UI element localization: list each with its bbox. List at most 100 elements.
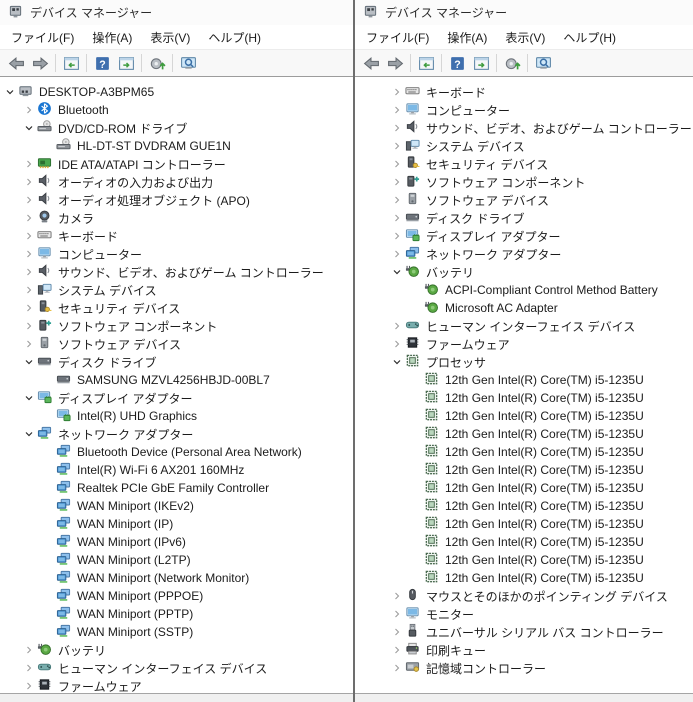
tree-item[interactable]: 12th Gen Intel(R) Core(TM) i5-1235U (355, 551, 693, 569)
tree-item-label[interactable]: Bluetooth (55, 102, 112, 118)
tree-item-label[interactable]: ソフトウェア コンポーネント (55, 317, 220, 336)
expander-collapsed[interactable] (389, 624, 405, 640)
tree-item-label[interactable]: 12th Gen Intel(R) Core(TM) i5-1235U (442, 390, 647, 406)
tree-item[interactable]: 12th Gen Intel(R) Core(TM) i5-1235U (355, 479, 693, 497)
tree-item-label[interactable]: システム デバイス (423, 137, 528, 156)
tree-item[interactable]: DVD/CD-ROM ドライブ (0, 119, 353, 137)
forward-arrow-button[interactable] (383, 52, 407, 74)
tree-item[interactable]: Bluetooth (0, 101, 353, 119)
tree-item[interactable]: DESKTOP-A3BPM65 (0, 83, 353, 101)
tree-item-label[interactable]: カメラ (55, 209, 97, 228)
tree-item-label[interactable]: 12th Gen Intel(R) Core(TM) i5-1235U (442, 408, 647, 424)
tree-item[interactable]: セキュリティ デバイス (355, 155, 693, 173)
menu-item-1[interactable]: 操作(A) (83, 25, 141, 50)
show-console-tree-button[interactable] (414, 52, 438, 74)
tree-item-label[interactable]: WAN Miniport (PPPOE) (74, 588, 206, 604)
tree-item[interactable]: ネットワーク アダプター (355, 245, 693, 263)
tree-item-label[interactable]: コンピューター (423, 101, 513, 120)
tree-item[interactable]: 12th Gen Intel(R) Core(TM) i5-1235U (355, 425, 693, 443)
tree-item-label[interactable]: ディスク ドライブ (423, 209, 528, 228)
expander-collapsed[interactable] (389, 174, 405, 190)
back-arrow-button[interactable] (4, 52, 28, 74)
tree-item[interactable]: 12th Gen Intel(R) Core(TM) i5-1235U (355, 371, 693, 389)
tree-item[interactable]: オーディオの入力および出力 (0, 173, 353, 191)
tree-item[interactable]: 記憶域コントローラー (355, 659, 693, 677)
tree-item[interactable]: 12th Gen Intel(R) Core(TM) i5-1235U (355, 497, 693, 515)
tree-item-label[interactable]: ユニバーサル シリアル バス コントローラー (423, 623, 667, 642)
tree-item-label[interactable]: サウンド、ビデオ、およびゲーム コントローラー (55, 263, 327, 282)
tree-item[interactable]: バッテリ (355, 263, 693, 281)
tree-item-label[interactable]: オーディオの入力および出力 (55, 173, 216, 192)
expander-collapsed[interactable] (21, 678, 37, 693)
menu-item-0[interactable]: ファイル(F) (2, 25, 83, 50)
tree-item[interactable]: 12th Gen Intel(R) Core(TM) i5-1235U (355, 389, 693, 407)
tree-item[interactable]: SAMSUNG MZVL4256HBJD-00BL7 (0, 371, 353, 389)
tree-item[interactable]: ソフトウェア コンポーネント (355, 173, 693, 191)
tree-item-label[interactable]: バッテリ (423, 263, 477, 282)
expander-collapsed[interactable] (389, 660, 405, 676)
tree-item[interactable]: ユニバーサル シリアル バス コントローラー (355, 623, 693, 641)
tree-item-label[interactable]: キーボード (423, 83, 489, 102)
tree-item-label[interactable]: HL-DT-ST DVDRAM GUE1N (74, 138, 234, 154)
tree-item-label[interactable]: 12th Gen Intel(R) Core(TM) i5-1235U (442, 498, 647, 514)
tree-item[interactable]: WAN Miniport (PPTP) (0, 605, 353, 623)
tree-item[interactable]: ヒューマン インターフェイス デバイス (355, 317, 693, 335)
tree-item-label[interactable]: ネットワーク アダプター (55, 425, 196, 444)
tree-item[interactable]: 12th Gen Intel(R) Core(TM) i5-1235U (355, 569, 693, 587)
tree-item[interactable]: ソフトウェア コンポーネント (0, 317, 353, 335)
tree-item-label[interactable]: ACPI-Compliant Control Method Battery (442, 282, 661, 298)
tree-item-label[interactable]: WAN Miniport (Network Monitor) (74, 570, 252, 586)
tree-item-label[interactable]: IDE ATA/ATAPI コントローラー (55, 155, 229, 174)
tree-item-label[interactable]: 12th Gen Intel(R) Core(TM) i5-1235U (442, 444, 647, 460)
tree-item[interactable]: ディスク ドライブ (355, 209, 693, 227)
tree-item-label[interactable]: DVD/CD-ROM ドライブ (55, 119, 190, 138)
tree-item-label[interactable]: コンピューター (55, 245, 145, 264)
tree-item[interactable]: WAN Miniport (L2TP) (0, 551, 353, 569)
tree-item-label[interactable]: オーディオ処理オブジェクト (APO) (55, 191, 253, 210)
expander-collapsed[interactable] (389, 102, 405, 118)
properties-button[interactable] (469, 52, 493, 74)
expander-collapsed[interactable] (21, 642, 37, 658)
expander-collapsed[interactable] (21, 282, 37, 298)
tree-item[interactable]: システム デバイス (0, 281, 353, 299)
expander-collapsed[interactable] (389, 318, 405, 334)
properties-button[interactable] (114, 52, 138, 74)
expander-collapsed[interactable] (389, 588, 405, 604)
menu-item-2[interactable]: 表示(V) (141, 25, 199, 50)
expander-collapsed[interactable] (389, 192, 405, 208)
tree-item[interactable]: WAN Miniport (Network Monitor) (0, 569, 353, 587)
tree-item[interactable]: ディスプレイ アダプター (0, 389, 353, 407)
tree-item[interactable]: ファームウェア (0, 677, 353, 693)
tree-item[interactable]: モニター (355, 605, 693, 623)
expander-expanded[interactable] (2, 84, 18, 100)
expander-collapsed[interactable] (21, 246, 37, 262)
tree-item-label[interactable]: マウスとそのほかのポインティング デバイス (423, 587, 671, 606)
tree-item[interactable]: オーディオ処理オブジェクト (APO) (0, 191, 353, 209)
tree-item[interactable]: コンピューター (355, 101, 693, 119)
tree-item-label[interactable]: ヒューマン インターフェイス デバイス (55, 659, 270, 678)
tree-item[interactable]: Realtek PCIe GbE Family Controller (0, 479, 353, 497)
scan-hardware-changes-button[interactable] (500, 52, 524, 74)
expander-expanded[interactable] (389, 264, 405, 280)
scan-hardware-changes-button[interactable] (145, 52, 169, 74)
expander-collapsed[interactable] (21, 192, 37, 208)
back-arrow-button[interactable] (359, 52, 383, 74)
tree-item-label[interactable]: 12th Gen Intel(R) Core(TM) i5-1235U (442, 552, 647, 568)
tree-item-label[interactable]: キーボード (55, 227, 121, 246)
tree-item[interactable]: WAN Miniport (PPPOE) (0, 587, 353, 605)
expander-collapsed[interactable] (389, 210, 405, 226)
menu-item-0[interactable]: ファイル(F) (357, 25, 438, 50)
tree-item-label[interactable]: WAN Miniport (SSTP) (74, 624, 196, 640)
tree-item[interactable]: Intel(R) UHD Graphics (0, 407, 353, 425)
tree-item-label[interactable]: プロセッサ (423, 353, 489, 372)
expander-collapsed[interactable] (21, 102, 37, 118)
menu-item-3[interactable]: ヘルプ(H) (554, 25, 625, 50)
expander-expanded[interactable] (389, 354, 405, 370)
expander-collapsed[interactable] (21, 264, 37, 280)
expander-collapsed[interactable] (21, 660, 37, 676)
tree-item-label[interactable]: 12th Gen Intel(R) Core(TM) i5-1235U (442, 426, 647, 442)
tree-item-label[interactable]: 12th Gen Intel(R) Core(TM) i5-1235U (442, 516, 647, 532)
expander-collapsed[interactable] (21, 318, 37, 334)
tree-item[interactable]: ネットワーク アダプター (0, 425, 353, 443)
expander-collapsed[interactable] (389, 120, 405, 136)
